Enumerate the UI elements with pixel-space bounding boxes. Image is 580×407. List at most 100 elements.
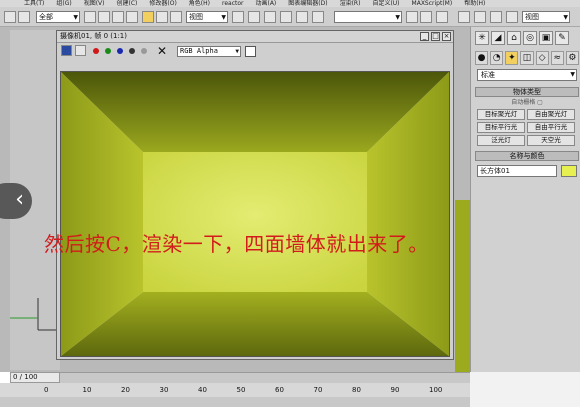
- menu-item[interactable]: 组(G): [56, 0, 71, 7]
- room-render: [61, 72, 449, 356]
- target-direct-button[interactable]: 目标平行光: [477, 122, 525, 133]
- selection-filter-value: 全部: [39, 13, 53, 21]
- save-icon[interactable]: [61, 45, 72, 56]
- material-editor-icon[interactable]: [474, 11, 486, 23]
- menu-item[interactable]: 创建(C): [117, 0, 138, 7]
- quick-render-icon[interactable]: [506, 11, 518, 23]
- select-by-name-icon[interactable]: [98, 11, 110, 23]
- free-spot-button[interactable]: 自由聚光灯: [527, 109, 575, 120]
- geometry-icon[interactable]: ●: [475, 51, 489, 65]
- menu-item[interactable]: 视图(V): [84, 0, 105, 7]
- main-toolbar: 全部 ▼ 视图 ▼ ▼ 视图 ▼: [0, 7, 580, 27]
- render-window-title: 摄像机01, 帧 0 (1:1): [60, 32, 127, 40]
- object-color-swatch[interactable]: [561, 165, 577, 177]
- selection-filter-combo[interactable]: 全部 ▼: [36, 11, 80, 23]
- name-color-rollout[interactable]: 名称与颜色: [475, 151, 579, 161]
- target-spot-button[interactable]: 目标聚光灯: [477, 109, 525, 120]
- mono-channel-icon[interactable]: [141, 48, 147, 54]
- free-direct-button[interactable]: 自由平行光: [527, 122, 575, 133]
- menu-item[interactable]: 角色(H): [189, 0, 210, 7]
- select-manipulate-icon[interactable]: [248, 11, 260, 23]
- create-category-bar: ● ◔ ✦ ◫ ◇ ≈ ⚙: [475, 51, 579, 67]
- object-name-field[interactable]: 长方体01: [477, 165, 557, 177]
- menu-item[interactable]: 渲染(R): [340, 0, 361, 7]
- timeline-tick-label: 20: [121, 386, 130, 394]
- timeline-tick-label: 10: [82, 386, 92, 394]
- menu-item[interactable]: 自定义(U): [372, 0, 399, 7]
- color-swatch[interactable]: [245, 46, 256, 57]
- chevron-down-icon: ▼: [563, 14, 568, 21]
- move-icon[interactable]: [142, 11, 154, 23]
- hierarchy-tab-icon[interactable]: ⌂: [507, 31, 521, 45]
- reference-coord-combo[interactable]: 视图 ▼: [186, 11, 228, 23]
- auto-grid-checkbox[interactable]: 自动栅格 ▢: [477, 99, 577, 107]
- percent-snap-icon[interactable]: [296, 11, 308, 23]
- angle-snap-icon[interactable]: [280, 11, 292, 23]
- clone-icon[interactable]: [75, 45, 86, 56]
- maximize-icon[interactable]: □: [431, 32, 440, 41]
- undo-icon[interactable]: [4, 11, 16, 23]
- rendered-frame-window: 摄像机01, 帧 0 (1:1) _ □ × ✕ RGB Alpha ▼: [56, 30, 454, 360]
- shapes-icon[interactable]: ◔: [490, 51, 504, 65]
- snap-icon[interactable]: [264, 11, 276, 23]
- display-tab-icon[interactable]: ▣: [539, 31, 553, 45]
- chevron-down-icon: ▼: [395, 14, 400, 21]
- timeline-tick-label: 70: [313, 386, 323, 394]
- region-select-icon[interactable]: [112, 11, 124, 23]
- scale-icon[interactable]: [170, 11, 182, 23]
- omni-button[interactable]: 泛光灯: [477, 135, 525, 146]
- spacewarps-icon[interactable]: ≈: [550, 51, 564, 65]
- motion-tab-icon[interactable]: ◎: [523, 31, 537, 45]
- menu-item[interactable]: reactor: [222, 0, 244, 7]
- spinner-snap-icon[interactable]: [312, 11, 324, 23]
- menu-item[interactable]: 工具(T): [24, 0, 44, 7]
- minimize-icon[interactable]: _: [420, 32, 429, 41]
- utilities-tab-icon[interactable]: ✎: [555, 31, 569, 45]
- menu-item[interactable]: 动画(A): [255, 0, 276, 7]
- helpers-icon[interactable]: ◇: [535, 51, 549, 65]
- named-selection-combo[interactable]: ▼: [334, 11, 402, 23]
- chevron-down-icon: ▼: [73, 14, 78, 21]
- object-type-rollout[interactable]: 物体类型: [475, 87, 579, 97]
- channel-combo[interactable]: RGB Alpha ▼: [177, 46, 241, 57]
- time-slider[interactable]: 0 / 100: [10, 372, 60, 383]
- rotate-icon[interactable]: [156, 11, 168, 23]
- menu-bar: 工具(T) 组(G) 视图(V) 创建(C) 修改器(O) 角色(H) reactor 动画(…: [0, 0, 580, 7]
- redo-icon[interactable]: [18, 11, 30, 23]
- curve-editor-icon[interactable]: [458, 11, 470, 23]
- menu-item[interactable]: MAXScript(M): [412, 0, 453, 7]
- menu-item[interactable]: 帮助(H): [464, 0, 485, 7]
- red-channel-icon[interactable]: [93, 48, 99, 54]
- status-right-area: [470, 372, 580, 407]
- window-crossing-icon[interactable]: [126, 11, 138, 23]
- select-icon[interactable]: [84, 11, 96, 23]
- lights-icon[interactable]: ✦: [505, 51, 519, 65]
- command-panel-tabs: ✳ ◢ ⌂ ◎ ▣ ✎: [475, 31, 579, 47]
- light-type-value: 标准: [481, 71, 495, 79]
- track-bar[interactable]: [60, 372, 470, 383]
- chevron-left-icon: ‹: [15, 187, 24, 212]
- blue-channel-icon[interactable]: [117, 48, 123, 54]
- layer-manager-icon[interactable]: [436, 11, 448, 23]
- modify-tab-icon[interactable]: ◢: [491, 31, 505, 45]
- chevron-down-icon: ▼: [235, 48, 239, 55]
- align-icon[interactable]: [420, 11, 432, 23]
- menu-item[interactable]: 修改器(O): [149, 0, 176, 7]
- systems-icon[interactable]: ⚙: [565, 51, 579, 65]
- render-viewport-combo[interactable]: 视图 ▼: [522, 11, 570, 23]
- timeline-tick-label: 90: [390, 386, 400, 394]
- close-icon[interactable]: ×: [442, 32, 451, 41]
- clear-icon[interactable]: ✕: [157, 44, 167, 58]
- timeline-tick-label: 30: [159, 386, 169, 394]
- alpha-channel-icon[interactable]: [129, 48, 135, 54]
- render-setup-icon[interactable]: [490, 11, 502, 23]
- skylight-button[interactable]: 天空光: [527, 135, 575, 146]
- menu-item[interactable]: 图表编辑器(D): [288, 0, 327, 7]
- mirror-icon[interactable]: [406, 11, 418, 23]
- create-tab-icon[interactable]: ✳: [475, 31, 489, 45]
- green-channel-icon[interactable]: [105, 48, 111, 54]
- render-window-titlebar[interactable]: 摄像机01, 帧 0 (1:1) _ □ ×: [57, 31, 453, 43]
- pivot-icon[interactable]: [232, 11, 244, 23]
- light-type-combo[interactable]: 标准 ▼: [477, 69, 577, 81]
- cameras-icon[interactable]: ◫: [520, 51, 534, 65]
